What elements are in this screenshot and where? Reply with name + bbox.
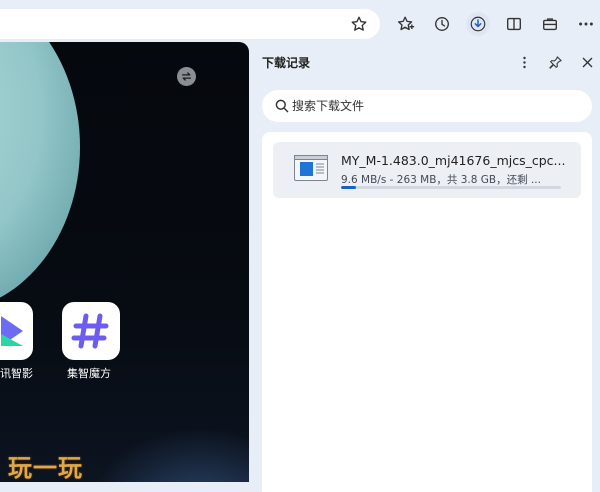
app-label-zhiying: 讯智影	[0, 367, 33, 380]
history-icon[interactable]	[430, 12, 454, 36]
panel-title: 下载记录	[262, 56, 311, 70]
panel-more-icon[interactable]	[513, 51, 535, 73]
app-icon-jizhi-mofang[interactable]	[62, 302, 120, 360]
favorites-icon[interactable]	[394, 12, 418, 36]
app-icon-zhiying[interactable]	[0, 302, 33, 360]
page-content: 讯智影 集智魔方 玩一玩	[0, 42, 249, 482]
download-progress-bar	[341, 186, 561, 189]
favorite-star-icon[interactable]	[347, 12, 371, 36]
search-input[interactable]	[292, 90, 572, 122]
search-icon	[275, 99, 289, 113]
more-icon[interactable]	[574, 12, 598, 36]
download-status: 9.6 MB/s - 263 MB，共 3.8 GB，还剩 ...	[341, 174, 541, 186]
downloads-list: MY_M-1.483.0_mj41676_mjcs_cpc... 9.6 MB/…	[262, 132, 592, 492]
file-name[interactable]: MY_M-1.483.0_mj41676_mjcs_cpc...	[341, 153, 565, 168]
downloads-icon[interactable]	[466, 12, 490, 36]
download-progress-fill	[341, 186, 356, 189]
briefcase-icon[interactable]	[538, 12, 562, 36]
app-label-jizhi-mofang: 集智魔方	[67, 367, 111, 380]
pin-icon[interactable]	[544, 51, 566, 73]
address-bar[interactable]	[0, 9, 380, 39]
watermark: 玩一玩	[8, 453, 83, 482]
swap-icon[interactable]	[177, 67, 196, 86]
browser-toolbar	[0, 0, 600, 44]
installer-file-icon	[294, 155, 328, 181]
search-box[interactable]	[262, 90, 592, 122]
download-item[interactable]: MY_M-1.483.0_mj41676_mjcs_cpc... 9.6 MB/…	[273, 142, 581, 198]
reading-view-icon[interactable]	[502, 12, 526, 36]
close-icon[interactable]	[576, 51, 598, 73]
wallpaper-shape	[0, 42, 80, 312]
downloads-panel: 下载记录 MY_M-1.483.0_mj41676_mjcs_cpc... 9.…	[249, 42, 600, 492]
